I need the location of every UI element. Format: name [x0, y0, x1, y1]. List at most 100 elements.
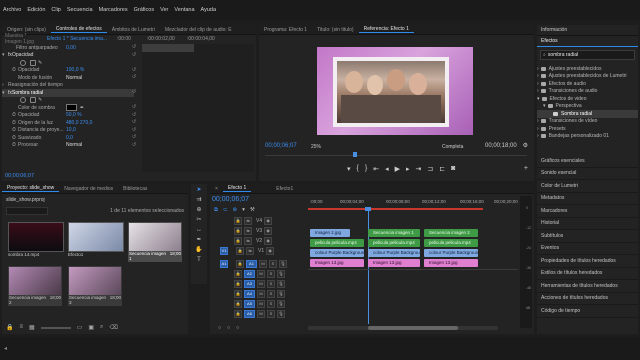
toggle-output-icon[interactable]: ◉ [264, 217, 273, 225]
mute-icon[interactable]: M [257, 310, 265, 318]
effects-search-input[interactable]: sombra radial [548, 52, 578, 58]
source-patch-a1[interactable]: A1 [220, 260, 228, 268]
sync-icon[interactable]: ⇆ [244, 237, 252, 245]
panel-legacy-title-props[interactable]: Propiedades de títulos heredados [537, 255, 638, 268]
voiceover-icon[interactable]: 🎙 [277, 270, 285, 278]
clip-v2-2[interactable]: colour Purple Background [368, 249, 420, 257]
zoom-slider[interactable] [40, 327, 71, 329]
menu-clip[interactable]: Clip [51, 7, 60, 13]
tree-item[interactable]: ▾ Perspectiva [537, 103, 638, 111]
voiceover-icon[interactable]: 🎙 [277, 300, 285, 308]
timeline-ruler[interactable]: :00;00 00;00;04;00 00;00;08;00 00;00;12;… [308, 197, 518, 211]
tree-item[interactable]: › Transiciones de vídeo [537, 118, 638, 126]
zoom-select[interactable]: 25% [311, 144, 321, 150]
play-icon[interactable]: ▶ [395, 165, 400, 173]
reset-icon[interactable]: ↺ [132, 112, 140, 120]
extract-icon[interactable]: ⊏ [439, 165, 445, 173]
clip-v3-3[interactable]: pelicula pelicula.mp4 [424, 239, 478, 247]
voiceover-icon[interactable]: 🎙 [279, 260, 287, 268]
clip-v1-3[interactable]: Imagen 13.jpg [424, 259, 478, 267]
project-item[interactable]: Efecto1 [68, 222, 124, 262]
program-scrub-bar[interactable] [265, 155, 527, 156]
lock-icon[interactable]: 🔒 [236, 260, 244, 268]
reset-icon[interactable]: ↺ [132, 134, 140, 142]
mark-out-icon[interactable]: } [365, 165, 367, 173]
rect-mask-icon[interactable] [30, 59, 36, 66]
track-area[interactable]: Imagen 2.jpg Secuencia imagen 1 Secuenci… [308, 216, 518, 328]
sync-icon[interactable]: ⇆ [246, 247, 254, 255]
menu-ver[interactable]: Ver [160, 7, 168, 13]
solo-icon[interactable]: S [267, 310, 275, 318]
trash-icon[interactable]: ⌫ [109, 324, 117, 331]
panel-legacy-title-tools[interactable]: Herramientas de títulos heredados [537, 280, 638, 293]
tab-project[interactable]: Proyecto: slide_show [2, 185, 60, 192]
reset-icon[interactable]: ↺ [132, 74, 140, 82]
pen-tool-icon[interactable]: ✒ [195, 236, 203, 244]
circle-icon[interactable]: ○ [236, 325, 239, 331]
toggle-output-icon[interactable]: ◉ [264, 237, 273, 245]
pen-mask-icon[interactable]: ✎ [38, 97, 42, 103]
reset-icon[interactable]: ↺ [132, 52, 140, 60]
circle-icon[interactable]: ○ [227, 325, 230, 331]
reset-icon[interactable]: ↺ [132, 67, 140, 75]
solo-icon[interactable]: S [269, 260, 277, 268]
go-to-out-icon[interactable]: ⇥ [416, 165, 422, 173]
sync-icon[interactable]: ⇆ [244, 227, 252, 235]
effects-search-box[interactable]: ⌕ sombra radial [540, 50, 635, 60]
menu-ventana[interactable]: Ventana [174, 7, 194, 13]
lock-icon[interactable]: 🔒 [234, 227, 242, 235]
new-item-icon[interactable]: ▣ [88, 324, 94, 331]
lock-icon[interactable]: 🔒 [234, 290, 242, 298]
keyframe-area[interactable] [142, 44, 254, 172]
project-item-selected[interactable]: Secuencia imagen 1 18;00 [128, 222, 182, 262]
clip-v2-3[interactable]: colour Purple Background [424, 249, 478, 257]
video-frame[interactable] [317, 47, 473, 135]
menu-graficos[interactable]: Gráficos [134, 7, 154, 13]
clip-v4-1[interactable]: Imagen 2.jpg [310, 229, 350, 237]
lock-icon[interactable]: 🔒 [234, 310, 242, 318]
reset-icon[interactable]: ↺ [132, 44, 140, 52]
panel-captions[interactable]: Subtítulos [537, 230, 638, 243]
reset-icon[interactable]: ↺ [132, 142, 140, 150]
voiceover-icon[interactable]: 🎙 [277, 290, 285, 298]
clip-v4-2[interactable]: Secuencia imagen 1 [368, 229, 420, 237]
clip-v2-1[interactable]: colour Purple Background [310, 249, 364, 257]
toggle-output-icon[interactable]: ◉ [264, 227, 273, 235]
project-search-input[interactable] [6, 206, 48, 215]
panel-lumetri-color[interactable]: Color de Lumetri [537, 180, 638, 193]
sync-icon[interactable]: ⇆ [244, 217, 252, 225]
tab-media-browser[interactable]: Navegador de medios [59, 186, 118, 192]
panel-markers[interactable]: Marcadores [537, 205, 638, 218]
export-frame-icon[interactable]: ◙ [451, 165, 455, 173]
voiceover-icon[interactable]: 🎙 [277, 310, 285, 318]
hand-tool-icon[interactable]: ✋ [195, 246, 203, 254]
mark-in-icon[interactable]: { [357, 165, 359, 173]
project-item[interactable]: Secuencia imagen 2 18;00 [8, 266, 62, 306]
ellipse-mask-icon[interactable] [20, 59, 26, 66]
ec-row[interactable]: › Reasignación del tiempo [2, 82, 134, 90]
tab-title[interactable]: Titulo: (sin titulo) [312, 27, 359, 33]
project-item[interactable]: Secuencia imagen 3 18;00 [68, 266, 122, 306]
tab-reference[interactable]: Referencia: Efecto 1 [358, 26, 414, 33]
reset-icon[interactable]: ↺ [132, 104, 140, 112]
tab-effect-controls[interactable]: Controles de efectos [50, 26, 107, 33]
shadow-color-swatch[interactable] [66, 104, 77, 112]
ellipse-mask-icon[interactable] [20, 97, 26, 104]
status-icon[interactable]: ◂ [4, 345, 7, 352]
solo-icon[interactable]: S [267, 280, 275, 288]
info-header[interactable]: Información [537, 25, 638, 36]
panel-essential-sound[interactable]: Sonido esencial [537, 168, 638, 180]
project-item[interactable]: sombra 14.mp4 [8, 222, 64, 262]
ec-row-selected[interactable]: ▾ fx Sombra radial [2, 89, 134, 97]
lock-icon[interactable]: 🔒 [234, 280, 242, 288]
lock-icon[interactable]: 🔒 [234, 217, 242, 225]
icon-view-icon[interactable]: ▦ [29, 324, 35, 331]
reset-icon[interactable]: ↺ [132, 89, 140, 97]
new-bin-icon[interactable]: ▭ [77, 324, 83, 331]
toggle-output-icon[interactable]: ◉ [266, 247, 275, 255]
tree-item[interactable]: › Ajustes preestablecidos [537, 65, 638, 73]
wrench-icon[interactable]: ⚒ [250, 207, 255, 214]
mute-icon[interactable]: M [257, 290, 265, 298]
source-patch-v1[interactable]: V1 [220, 247, 228, 255]
lock-icon[interactable]: 🔒 [6, 324, 13, 331]
